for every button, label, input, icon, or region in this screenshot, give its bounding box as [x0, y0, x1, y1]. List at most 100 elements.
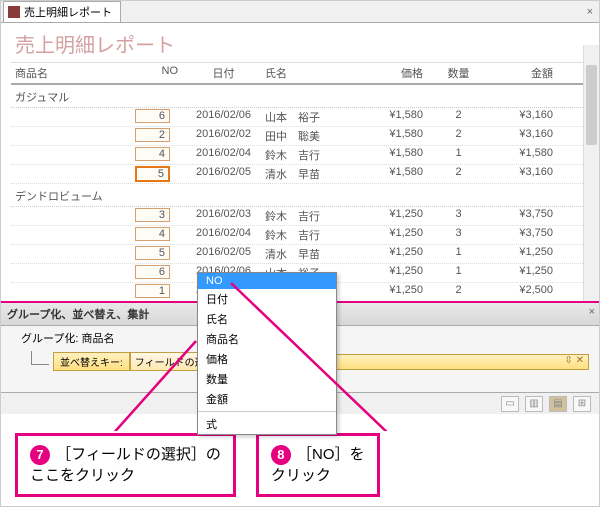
- price-cell: ¥1,250: [351, 246, 431, 262]
- amount-cell: ¥1,580: [486, 147, 561, 163]
- callout-8-line2: クリック: [271, 467, 331, 484]
- amount-cell: ¥1,250: [486, 246, 561, 262]
- amount-cell: ¥3,750: [486, 227, 561, 243]
- view-icon-1[interactable]: ▭: [501, 396, 519, 412]
- field-dropdown-menu[interactable]: NO日付氏名商品名価格数量金額式: [197, 272, 337, 435]
- qty-cell: 1: [431, 265, 486, 281]
- group-label: グループ化: 商品名: [21, 330, 114, 346]
- group-header: ガジュマル: [11, 85, 589, 108]
- dropdown-separator: [198, 411, 336, 412]
- price-cell: ¥1,580: [351, 166, 431, 182]
- no-cell[interactable]: 3: [135, 208, 170, 222]
- person-cell: 山本 裕子: [261, 109, 351, 125]
- no-cell[interactable]: 6: [135, 265, 170, 279]
- close-icon[interactable]: ×: [581, 6, 599, 18]
- callout-8: 8 ［NO］を クリック: [256, 433, 380, 497]
- tree-connector-icon: [31, 351, 49, 365]
- dropdown-item[interactable]: 金額: [198, 389, 336, 409]
- callout-8-line1: ［NO］を: [297, 446, 365, 463]
- dropdown-item[interactable]: 商品名: [198, 329, 336, 349]
- table-row[interactable]: 5 2016/02/05清水 早苗¥1,5802¥3,160: [11, 165, 589, 184]
- col-header-qty: 数量: [431, 65, 486, 81]
- no-cell[interactable]: 5: [135, 246, 170, 260]
- qty-cell: 1: [431, 246, 486, 262]
- callout-8-badge: 8: [271, 445, 291, 465]
- person-cell: 鈴木 吉行: [261, 227, 351, 243]
- price-cell: ¥1,250: [351, 227, 431, 243]
- price-cell: ¥1,250: [351, 265, 431, 281]
- col-header-person: 氏名: [261, 65, 351, 81]
- date-cell: 2016/02/02: [186, 128, 261, 144]
- date-cell: 2016/02/04: [186, 147, 261, 163]
- column-headers: 商品名 NO 日付 氏名 価格 数量 金額: [11, 62, 589, 85]
- qty-cell: 3: [431, 227, 486, 243]
- report-tab[interactable]: 売上明細レポート: [3, 1, 121, 22]
- pane-close-icon[interactable]: ×: [589, 306, 595, 318]
- view-icon-3[interactable]: ▤: [549, 396, 567, 412]
- amount-cell: ¥3,160: [486, 128, 561, 144]
- callout-7: 7 ［フィールドの選択］の ここをクリック: [15, 433, 236, 497]
- dropdown-item-expression[interactable]: 式: [198, 414, 336, 434]
- table-row[interactable]: 52016/02/05清水 早苗¥1,2501¥1,250: [11, 245, 589, 264]
- amount-cell: ¥3,160: [486, 109, 561, 125]
- amount-cell: ¥1,250: [486, 265, 561, 281]
- price-cell: ¥1,580: [351, 147, 431, 163]
- price-cell: ¥1,580: [351, 128, 431, 144]
- person-cell: 田中 聡美: [261, 128, 351, 144]
- group-header: デンドロビューム: [11, 184, 589, 207]
- qty-cell: 3: [431, 208, 486, 224]
- qty-cell: 2: [431, 284, 486, 300]
- sort-key-label: 並べ替えキー:: [53, 352, 130, 371]
- no-cell[interactable]: 5: [135, 166, 170, 182]
- date-cell: 2016/02/06: [186, 109, 261, 125]
- col-header-no: NO: [131, 65, 186, 81]
- scrollbar-thumb[interactable]: [586, 65, 597, 145]
- qty-cell: 2: [431, 109, 486, 125]
- callout-7-line2: ここをクリック: [30, 467, 135, 484]
- report-body: 売上明細レポート 商品名 NO 日付 氏名 価格 数量 金額 ガジュマル6201…: [1, 23, 599, 301]
- table-row[interactable]: 4 2016/02/04鈴木 吉行¥1,2503¥3,750: [11, 226, 589, 245]
- date-cell: 2016/02/05: [186, 246, 261, 262]
- person-cell: 鈴木 吉行: [261, 147, 351, 163]
- no-cell[interactable]: 1: [135, 284, 170, 298]
- qty-cell: 2: [431, 166, 486, 182]
- table-row[interactable]: 22016/02/02田中 聡美¥1,5802¥3,160: [11, 127, 589, 146]
- col-header-date: 日付: [186, 65, 261, 81]
- person-cell: 清水 早苗: [261, 246, 351, 262]
- callouts: 7 ［フィールドの選択］の ここをクリック 8 ［NO］を クリック: [1, 433, 600, 497]
- qty-cell: 1: [431, 147, 486, 163]
- date-cell: 2016/02/03: [186, 208, 261, 224]
- person-cell: 清水 早苗: [261, 166, 351, 182]
- no-cell[interactable]: 2: [135, 128, 170, 142]
- person-cell: 鈴木 吉行: [261, 208, 351, 224]
- col-header-name: 商品名: [11, 65, 131, 81]
- no-cell[interactable]: 6: [135, 109, 170, 123]
- tab-title: 売上明細レポート: [24, 4, 112, 20]
- callout-7-badge: 7: [30, 445, 50, 465]
- dropdown-item[interactable]: 日付: [198, 289, 336, 309]
- view-icon-4[interactable]: ⊞: [573, 396, 591, 412]
- view-icon-2[interactable]: ▥: [525, 396, 543, 412]
- vertical-scrollbar[interactable]: [583, 45, 599, 301]
- date-cell: 2016/02/04: [186, 227, 261, 243]
- col-header-amount: 金額: [486, 65, 561, 81]
- table-row[interactable]: 42016/02/04鈴木 吉行¥1,5801¥1,580: [11, 146, 589, 165]
- table-row[interactable]: 32016/02/03鈴木 吉行¥1,2503¥3,750: [11, 207, 589, 226]
- col-header-price: 価格: [351, 65, 431, 81]
- dropdown-item[interactable]: 氏名: [198, 309, 336, 329]
- sort-bar-controls-icon[interactable]: ⇳ ✕: [564, 355, 584, 366]
- date-cell: 2016/02/05: [186, 166, 261, 182]
- table-row[interactable]: 6 2016/02/06山本 裕子¥1,5802¥3,160: [11, 108, 589, 127]
- price-cell: ¥1,580: [351, 109, 431, 125]
- report-title: 売上明細レポート: [15, 29, 589, 58]
- dropdown-item[interactable]: NO: [198, 273, 336, 289]
- report-rows: ガジュマル62016/02/06山本 裕子¥1,5802¥3,16022016/…: [11, 85, 589, 301]
- dropdown-item[interactable]: 数量: [198, 369, 336, 389]
- price-cell: ¥1,250: [351, 208, 431, 224]
- no-cell[interactable]: 4: [135, 147, 170, 161]
- amount-cell: ¥3,160: [486, 166, 561, 182]
- tab-bar: 売上明細レポート ×: [1, 1, 599, 23]
- dropdown-item[interactable]: 価格: [198, 349, 336, 369]
- no-cell[interactable]: 4: [135, 227, 170, 241]
- price-cell: ¥1,250: [351, 284, 431, 300]
